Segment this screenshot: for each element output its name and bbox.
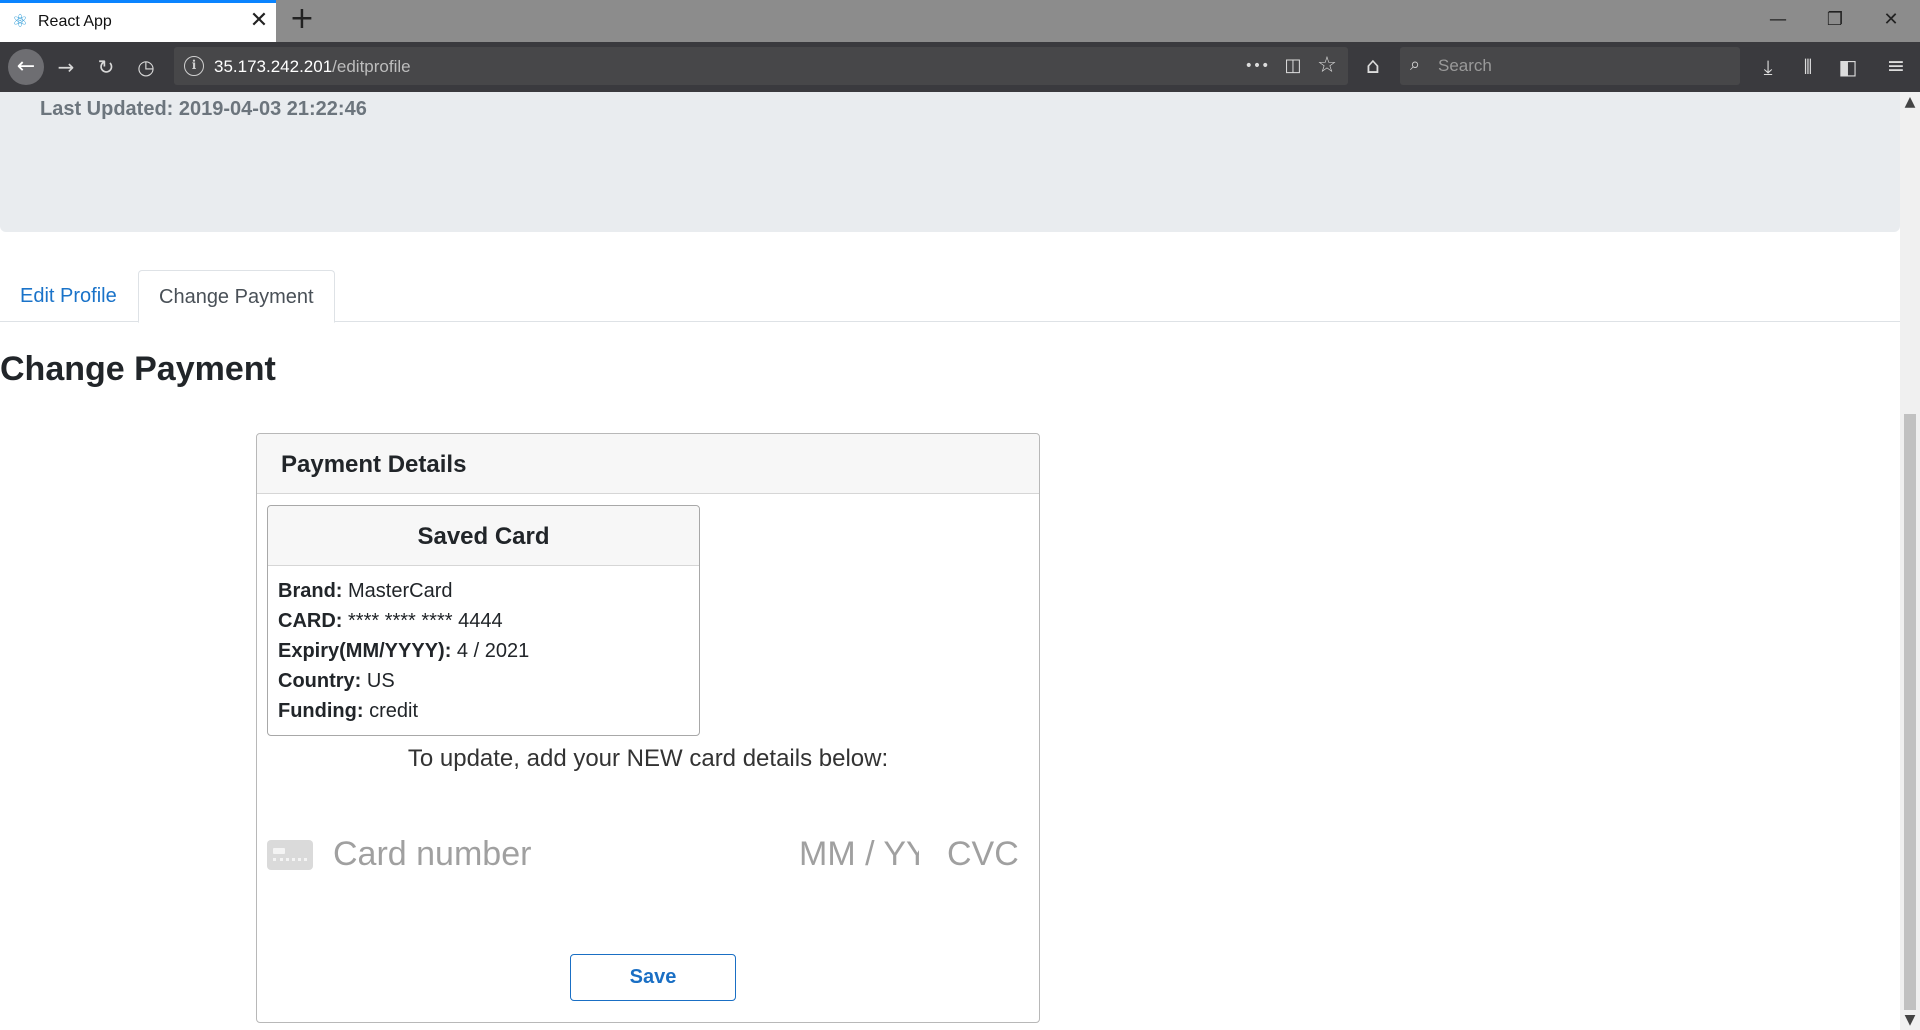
funding-label: Funding:	[278, 700, 364, 722]
url-host: 35.173.242.201	[214, 57, 333, 76]
payment-details-title: Payment Details	[281, 451, 467, 478]
browser-toolbar: ← → ↻ ◷ i 35.173.242.201/editprofile •••…	[0, 42, 1920, 92]
credit-card-icon	[267, 840, 313, 870]
library-icon[interactable]: ⫴	[1792, 51, 1824, 83]
payment-details-card: Payment Details Saved Card Brand: Master…	[256, 433, 1040, 1023]
history-icon[interactable]: ◷	[130, 51, 162, 83]
site-info-icon[interactable]: i	[184, 56, 204, 76]
card-value: **** **** **** 4444	[348, 610, 503, 632]
browser-search-bar[interactable]: ⌕	[1400, 47, 1740, 85]
update-instructions: To update, add your NEW card details bel…	[407, 745, 889, 772]
tab-title: React App	[38, 13, 112, 30]
card-label: CARD:	[278, 610, 343, 632]
tab-change-payment[interactable]: Change Payment	[138, 270, 335, 323]
close-tab-icon[interactable]: ✕	[248, 9, 270, 33]
card-country-line: Country: US	[278, 670, 395, 693]
bookmark-star-icon[interactable]: ☆	[1314, 53, 1340, 79]
pocket-icon[interactable]: ◫	[1280, 53, 1306, 79]
expiry-label: Expiry(MM/YYYY):	[278, 640, 452, 662]
country-value: US	[366, 670, 395, 692]
search-icon: ⌕	[1410, 54, 1421, 75]
download-icon[interactable]: ⤓	[1752, 51, 1784, 83]
scroll-down-icon[interactable]: ▼	[1900, 1010, 1920, 1030]
page-title: Change Payment	[0, 350, 276, 388]
browser-tab[interactable]: ⚛ React App ✕	[0, 0, 276, 42]
card-brand-line: Brand: MasterCard	[278, 580, 453, 603]
page-actions-icon[interactable]: •••	[1244, 53, 1270, 79]
scroll-up-icon[interactable]: ▲	[1900, 92, 1920, 112]
profile-tabs: Edit Profile Change Payment	[0, 270, 1900, 323]
react-favicon-icon: ⚛	[11, 11, 29, 32]
page-scrollbar[interactable]: ▲ ▼	[1900, 92, 1920, 1030]
close-window-icon[interactable]: ✕	[1868, 4, 1914, 36]
card-element[interactable]	[267, 832, 1027, 876]
brand-label: Brand:	[278, 580, 343, 602]
last-updated-text: Last Updated: 2019-04-03 21:22:46	[40, 98, 367, 120]
menu-icon[interactable]: ≡	[1880, 51, 1912, 83]
card-expiry-input[interactable]	[799, 832, 919, 876]
restore-window-icon[interactable]: ❐	[1812, 4, 1858, 36]
brand-value: MasterCard	[348, 580, 453, 602]
card-funding-line: Funding: credit	[278, 700, 418, 723]
url-text[interactable]: 35.173.242.201/editprofile	[214, 57, 411, 77]
expiry-value: 4 / 2021	[456, 640, 530, 662]
saved-card-title: Saved Card	[417, 523, 550, 550]
card-expiry-line: Expiry(MM/YYYY): 4 / 2021	[278, 640, 529, 663]
sidebar-icon[interactable]: ◧	[1832, 51, 1864, 83]
payment-details-header: Payment Details	[257, 434, 1039, 494]
reload-icon[interactable]: ↻	[90, 51, 122, 83]
country-label: Country:	[278, 670, 362, 692]
home-icon[interactable]: ⌂	[1357, 51, 1389, 83]
page-content: Last Updated: 2019-04-03 21:22:46 Edit P…	[0, 92, 1900, 1030]
browser-tab-strip: ⚛ React App ✕ + — ❐ ✕	[0, 0, 1920, 42]
saved-card-panel: Saved Card Brand: MasterCard CARD: **** …	[267, 505, 700, 736]
scroll-thumb[interactable]	[1904, 414, 1916, 1010]
card-number-line: CARD: **** **** **** 4444	[278, 610, 503, 633]
tab-edit-profile[interactable]: Edit Profile	[0, 270, 137, 322]
minimize-window-icon[interactable]: —	[1755, 4, 1801, 36]
save-button[interactable]: Save	[570, 954, 736, 1001]
card-number-input[interactable]	[333, 832, 733, 876]
new-tab-icon[interactable]: +	[288, 4, 316, 34]
profile-header: Last Updated: 2019-04-03 21:22:46	[0, 92, 1900, 232]
saved-card-header: Saved Card	[268, 506, 699, 566]
funding-value: credit	[369, 700, 418, 722]
address-bar[interactable]: i 35.173.242.201/editprofile ••• ◫ ☆	[174, 47, 1348, 85]
url-path: /editprofile	[332, 57, 411, 76]
browser-search-input[interactable]	[1438, 55, 1728, 77]
card-cvc-input[interactable]	[947, 832, 1027, 876]
back-arrow-icon[interactable]: ←	[8, 49, 44, 85]
forward-arrow-icon[interactable]: →	[50, 51, 82, 83]
